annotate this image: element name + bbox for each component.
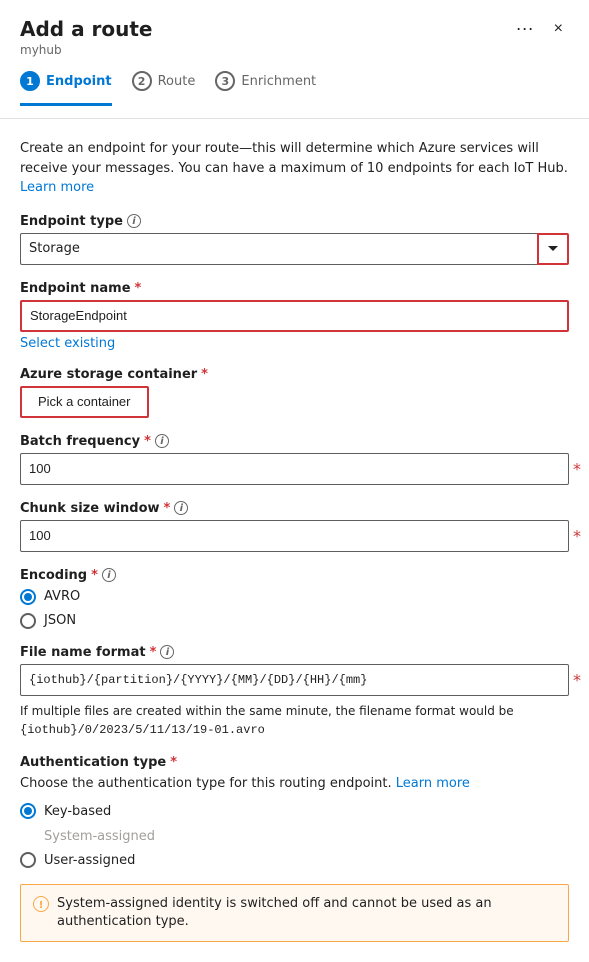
chunk-size-group: Chunk size window * i *	[20, 501, 569, 552]
warning-box: ! System-assigned identity is switched o…	[20, 884, 569, 942]
file-format-info-text: If multiple files are created within the…	[20, 702, 569, 739]
system-assigned-label: System-assigned	[44, 829, 569, 844]
batch-frequency-label: Batch frequency * i	[20, 434, 569, 449]
add-route-panel: Add a route ··· × myhub 1 Endpoint 2 Rou…	[0, 0, 589, 962]
batch-required-indicator: *	[573, 459, 581, 478]
chunk-size-input-row: *	[20, 520, 569, 552]
file-name-format-group: File name format * i * If multiple files…	[20, 645, 569, 739]
encoding-avro-item[interactable]: AVRO	[20, 589, 569, 605]
encoding-info-icon[interactable]: i	[102, 568, 116, 582]
chunk-size-input[interactable]	[20, 520, 569, 552]
step-enrichment[interactable]: 3 Enrichment	[215, 71, 316, 106]
step-1-label: Endpoint	[46, 74, 112, 89]
step-2-circle: 2	[132, 71, 152, 91]
endpoint-name-input-row	[20, 300, 569, 332]
required-star-chunk: *	[164, 501, 171, 516]
step-2-label: Route	[158, 74, 196, 89]
encoding-json-radio[interactable]	[20, 613, 36, 629]
panel-title-actions: ··· ×	[510, 16, 569, 41]
required-star-auth: *	[170, 755, 177, 770]
endpoint-type-dropdown-btn[interactable]	[537, 233, 569, 265]
chunk-size-label: Chunk size window * i	[20, 501, 569, 516]
subtitle: myhub	[20, 43, 569, 57]
panel-title: Add a route	[20, 17, 153, 41]
auth-radio-group: Key-based System-assigned User-assigned	[20, 803, 569, 868]
authentication-type-group: Authentication type * Choose the authent…	[20, 755, 569, 869]
azure-storage-container-group: Azure storage container * Pick a contain…	[20, 367, 569, 418]
steps-row: 1 Endpoint 2 Route 3 Enrichment	[20, 71, 569, 106]
endpoint-type-select-outer: Storage	[20, 233, 569, 265]
warning-text: System-assigned identity is switched off…	[57, 895, 556, 931]
chunk-required-indicator: *	[573, 526, 581, 545]
auth-description: Choose the authentication type for this …	[20, 774, 569, 794]
file-name-format-input-row: *	[20, 664, 569, 696]
required-star-batch: *	[144, 434, 151, 449]
encoding-avro-label: AVRO	[44, 589, 80, 604]
encoding-radio-group: AVRO JSON	[20, 589, 569, 629]
endpoint-type-label: Endpoint type i	[20, 214, 569, 229]
svg-text:!: !	[39, 900, 44, 911]
required-star-encoding: *	[91, 568, 98, 583]
endpoint-name-input[interactable]	[20, 300, 569, 332]
chunk-size-info-icon[interactable]: i	[174, 501, 188, 515]
required-star-name: *	[135, 281, 142, 296]
endpoint-name-group: Endpoint name * Select existing	[20, 281, 569, 351]
warning-icon: !	[33, 896, 49, 912]
file-name-format-info-icon[interactable]: i	[160, 645, 174, 659]
encoding-label: Encoding * i	[20, 568, 569, 583]
endpoint-type-display: Storage	[20, 233, 537, 265]
encoding-avro-radio[interactable]	[20, 589, 36, 605]
panel-header: Add a route ··· × myhub 1 Endpoint 2 Rou…	[0, 0, 589, 119]
endpoint-name-label: Endpoint name *	[20, 281, 569, 296]
content-area: Create an endpoint for your route—this w…	[0, 119, 589, 962]
azure-storage-label: Azure storage container *	[20, 367, 569, 382]
encoding-json-label: JSON	[44, 613, 76, 628]
auth-user-assigned-item[interactable]: User-assigned	[20, 852, 569, 868]
encoding-json-item[interactable]: JSON	[20, 613, 569, 629]
batch-frequency-input-row: *	[20, 453, 569, 485]
auth-key-based-radio[interactable]	[20, 803, 36, 819]
file-name-format-input[interactable]	[20, 664, 569, 696]
close-button[interactable]: ×	[548, 18, 569, 40]
learn-more-link[interactable]: Learn more	[20, 180, 94, 195]
authentication-type-label: Authentication type *	[20, 755, 569, 770]
auth-user-assigned-radio[interactable]	[20, 852, 36, 868]
batch-frequency-info-icon[interactable]: i	[155, 434, 169, 448]
step-route[interactable]: 2 Route	[132, 71, 196, 106]
description-text: Create an endpoint for your route—this w…	[20, 139, 569, 198]
pick-container-button[interactable]: Pick a container	[20, 386, 149, 418]
auth-user-assigned-label: User-assigned	[44, 853, 135, 868]
ellipsis-button[interactable]: ···	[510, 16, 540, 41]
auth-key-based-label: Key-based	[44, 804, 111, 819]
step-3-circle: 3	[215, 71, 235, 91]
step-1-circle: 1	[20, 71, 40, 91]
batch-frequency-input[interactable]	[20, 453, 569, 485]
endpoint-type-info-icon[interactable]: i	[127, 214, 141, 228]
required-star-fileformat: *	[150, 645, 157, 660]
auth-key-based-item[interactable]: Key-based	[20, 803, 569, 819]
chevron-down-icon	[548, 246, 558, 251]
fileformat-required-indicator: *	[573, 670, 581, 689]
endpoint-type-group: Endpoint type i Storage	[20, 214, 569, 265]
auth-learn-more-link[interactable]: Learn more	[396, 776, 470, 791]
select-existing-link[interactable]: Select existing	[20, 336, 115, 351]
file-name-format-label: File name format * i	[20, 645, 569, 660]
step-3-label: Enrichment	[241, 74, 316, 89]
required-star-container: *	[201, 367, 208, 382]
batch-frequency-group: Batch frequency * i *	[20, 434, 569, 485]
step-endpoint[interactable]: 1 Endpoint	[20, 71, 112, 106]
encoding-group: Encoding * i AVRO JSON	[20, 568, 569, 629]
